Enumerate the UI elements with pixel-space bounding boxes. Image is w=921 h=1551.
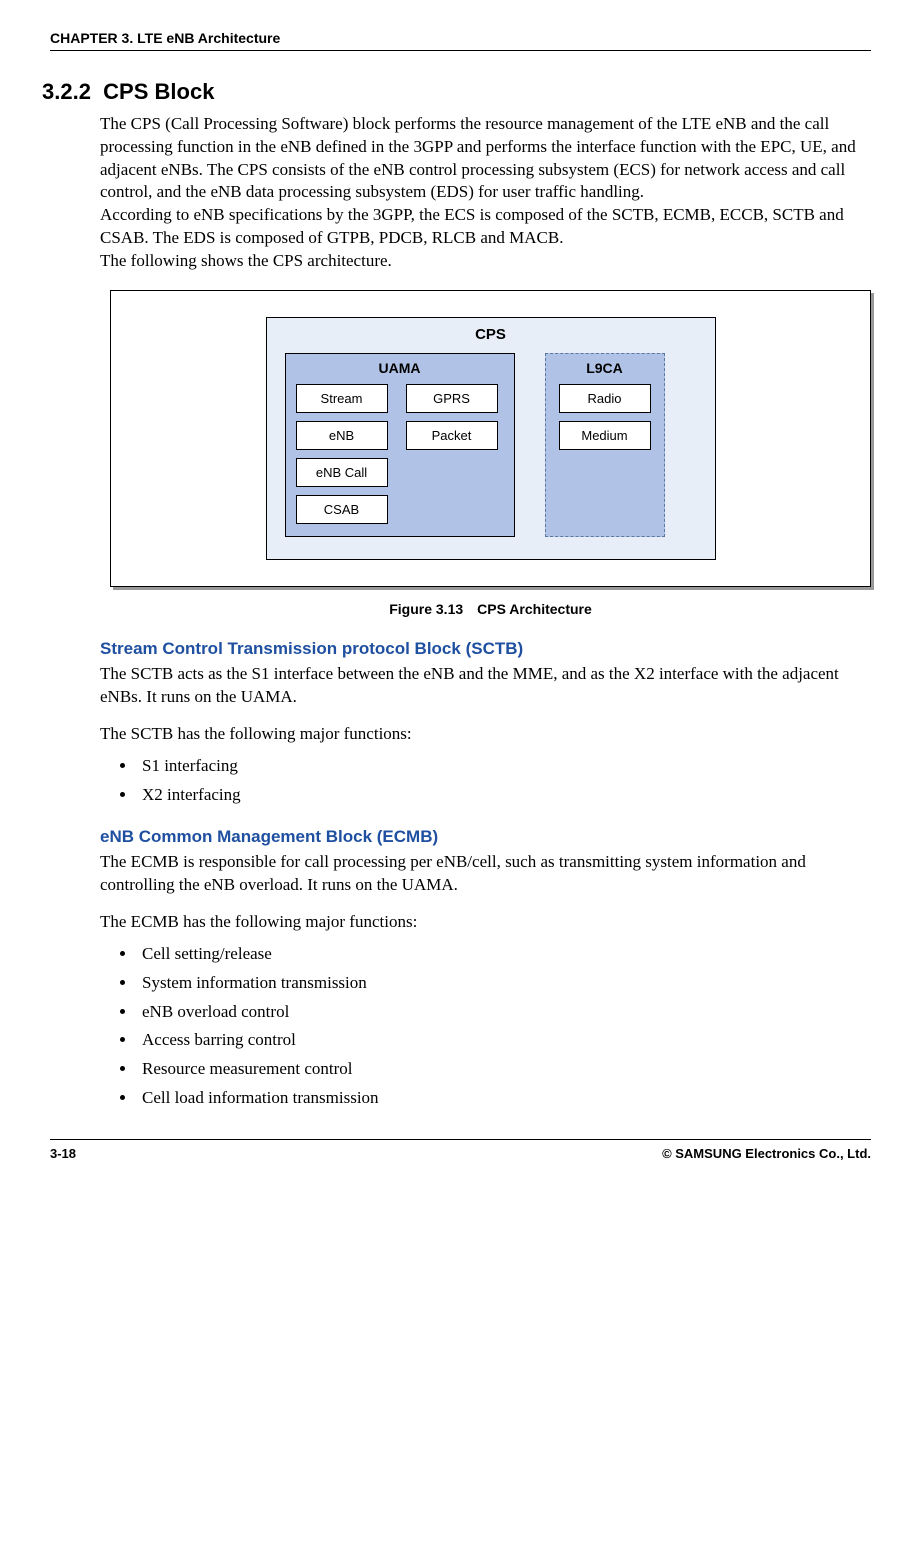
sctb-list: S1 interfacing X2 interfacing [100,752,871,810]
list-item: Cell setting/release [120,940,871,969]
list-item: Resource measurement control [120,1055,871,1084]
uama-label: UAMA [296,360,504,376]
section-number: 3.2.2 [42,79,91,104]
l9ca-label: L9CA [556,360,654,376]
box-csab: CSAB [296,495,388,524]
ecmb-p1: The ECMB is responsible for call process… [100,851,871,897]
intro-p2: According to eNB specifications by the 3… [100,205,844,247]
l9ca-box: L9CA Radio Medium [545,353,665,537]
box-gprs: GPRS [406,384,498,413]
sctb-p2: The SCTB has the following major functio… [100,723,871,746]
cps-label: CPS [285,326,697,343]
box-stream: Stream [296,384,388,413]
box-medium: Medium [559,421,651,450]
figure-caption: Figure 3.13 CPS Architecture [110,601,871,617]
list-item: eNB overload control [120,998,871,1027]
section-title: CPS Block [103,79,214,104]
page-footer: 3-18 © SAMSUNG Electronics Co., Ltd. [50,1139,871,1161]
list-item: S1 interfacing [120,752,871,781]
page-number: 3-18 [50,1146,76,1161]
l9ca-col: Radio Medium [556,384,654,450]
list-item: X2 interfacing [120,781,871,810]
box-packet: Packet [406,421,498,450]
list-item: Access barring control [120,1026,871,1055]
chapter-title: CHAPTER 3. LTE eNB Architecture [50,30,280,46]
uama-grid: Stream GPRS eNB Packet eNB Call CSAB [296,384,504,524]
uama-box: UAMA Stream GPRS eNB Packet eNB Call CSA… [285,353,515,537]
cps-box: CPS UAMA Stream GPRS eNB Packet eNB Call [266,317,716,560]
intro-p3: The following shows the CPS architecture… [100,251,392,270]
page-header: CHAPTER 3. LTE eNB Architecture [50,30,871,51]
page: CHAPTER 3. LTE eNB Architecture 3.2.2 CP… [0,0,921,1181]
body-content: The CPS (Call Processing Software) block… [100,113,871,1113]
cps-columns: UAMA Stream GPRS eNB Packet eNB Call CSA… [285,353,697,537]
figure-frame: CPS UAMA Stream GPRS eNB Packet eNB Call [110,290,871,587]
intro-p1: The CPS (Call Processing Software) block… [100,114,856,201]
box-enb: eNB [296,421,388,450]
box-enb-call: eNB Call [296,458,388,487]
copyright: © SAMSUNG Electronics Co., Ltd. [662,1146,871,1161]
ecmb-heading: eNB Common Management Block (ECMB) [100,827,871,847]
intro-paragraphs: The CPS (Call Processing Software) block… [100,113,871,272]
list-item: System information transmission [120,969,871,998]
figure: CPS UAMA Stream GPRS eNB Packet eNB Call [110,290,871,617]
ecmb-p2: The ECMB has the following major functio… [100,911,871,934]
section-heading: 3.2.2 CPS Block [42,79,871,105]
sctb-p1: The SCTB acts as the S1 interface betwee… [100,663,871,709]
list-item: Cell load information transmission [120,1084,871,1113]
sctb-heading: Stream Control Transmission protocol Blo… [100,639,871,659]
ecmb-list: Cell setting/release System information … [100,940,871,1113]
box-radio: Radio [559,384,651,413]
